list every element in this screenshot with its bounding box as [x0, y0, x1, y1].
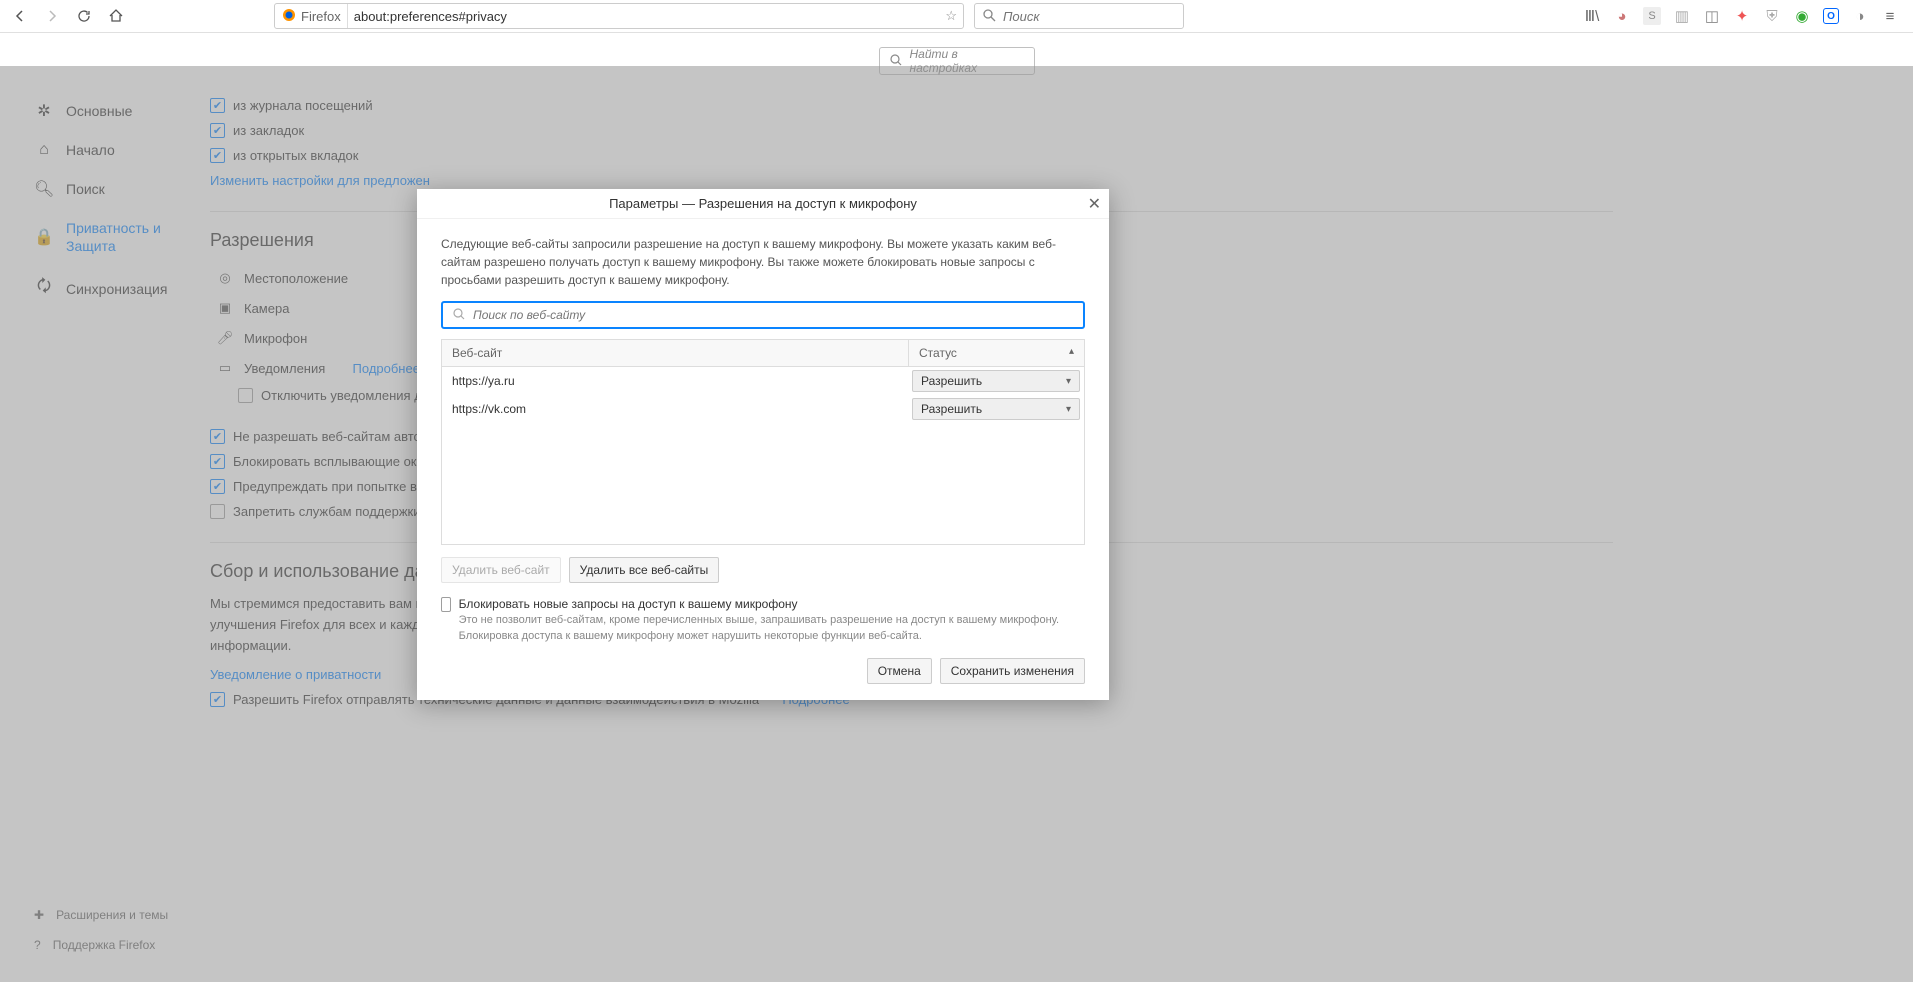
url-bar[interactable]: Firefox about:preferences#privacy ☆	[274, 3, 964, 29]
site-cell: https://vk.com	[442, 402, 908, 416]
sidebar-icon[interactable]: ◫	[1703, 7, 1721, 25]
dialog-title: Параметры — Разрешения на доступ к микро…	[609, 196, 917, 211]
status-select[interactable]: Разрешить	[912, 398, 1080, 420]
remove-site-button[interactable]: Удалить веб-сайт	[441, 557, 561, 583]
toolbar-extension-icons: Ⅲ\ ◕ S ▥ ◫ ✦ ⛨ ◉ O ◑ ≡	[1583, 7, 1899, 25]
url-identity-box[interactable]: Firefox	[275, 4, 348, 28]
ext-icon-8[interactable]: ◑	[1851, 7, 1869, 25]
table-row[interactable]: https://vk.com Разрешить	[442, 395, 1084, 423]
dialog-description: Следующие веб-сайты запросили разрешение…	[441, 235, 1085, 289]
ext-icon-6[interactable]: ◉	[1793, 7, 1811, 25]
sort-arrow-icon: ▴	[1069, 346, 1074, 357]
search-input[interactable]	[1003, 9, 1181, 24]
ext-icon-4[interactable]: ✦	[1733, 7, 1751, 25]
dialog-search-box[interactable]	[441, 301, 1085, 329]
status-select[interactable]: Разрешить	[912, 370, 1080, 392]
table-body: https://ya.ru Разрешить https://vk.com Р…	[442, 367, 1084, 544]
block-new-label: Блокировать новые запросы на доступ к ва…	[459, 597, 1085, 611]
ext-icon-1[interactable]: ◕	[1613, 7, 1631, 25]
ext-icon-5[interactable]: ⛨	[1763, 7, 1781, 25]
identity-label: Firefox	[301, 9, 341, 24]
firefox-icon	[281, 7, 297, 26]
ext-icon-7[interactable]: O	[1823, 8, 1839, 24]
col-website[interactable]: Веб-сайт	[442, 340, 908, 366]
block-new-desc: Это не позволит веб-сайтам, кроме перечи…	[459, 613, 1085, 644]
dialog-header: Параметры — Разрешения на доступ к микро…	[417, 189, 1109, 219]
search-icon	[451, 306, 467, 325]
permissions-dialog: Параметры — Разрешения на доступ к микро…	[417, 189, 1109, 700]
dialog-search-input[interactable]	[473, 308, 1075, 322]
cancel-button[interactable]: Отмена	[867, 658, 932, 684]
ext-icon-2[interactable]: S	[1643, 7, 1661, 25]
browser-toolbar: Firefox about:preferences#privacy ☆ Ⅲ\ ◕…	[0, 0, 1913, 33]
table-row[interactable]: https://ya.ru Разрешить	[442, 367, 1084, 395]
search-bar[interactable]	[974, 3, 1184, 29]
menu-icon[interactable]: ≡	[1881, 7, 1899, 25]
reload-button[interactable]	[70, 2, 98, 30]
home-button[interactable]	[102, 2, 130, 30]
site-cell: https://ya.ru	[442, 374, 908, 388]
preferences-body: Найти в настройках ✲Основные ⌂Начало 🔍︎П…	[0, 33, 1913, 982]
url-text: about:preferences#privacy	[348, 9, 940, 24]
close-icon[interactable]: ✕	[1088, 194, 1101, 214]
back-button[interactable]	[6, 2, 34, 30]
bookmark-star-icon[interactable]: ☆	[939, 8, 963, 24]
forward-button[interactable]	[38, 2, 66, 30]
remove-all-button[interactable]: Удалить все веб-сайты	[569, 557, 720, 583]
permissions-table: Веб-сайт Статус▴ https://ya.ru Разрешить…	[441, 339, 1085, 545]
ext-icon-3[interactable]: ▥	[1673, 7, 1691, 25]
table-header: Веб-сайт Статус▴	[442, 340, 1084, 367]
block-new-checkbox[interactable]	[441, 597, 451, 612]
search-icon	[981, 7, 997, 26]
col-status[interactable]: Статус▴	[908, 340, 1084, 366]
save-button[interactable]: Сохранить изменения	[940, 658, 1085, 684]
library-icon[interactable]: Ⅲ\	[1583, 7, 1601, 25]
